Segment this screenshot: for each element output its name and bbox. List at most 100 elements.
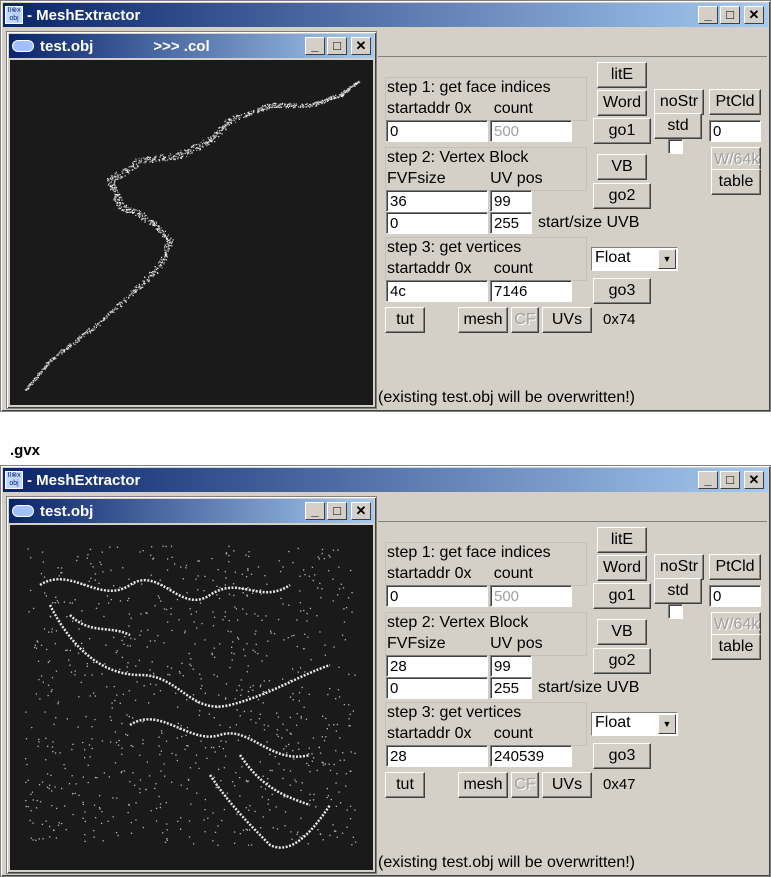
word-button[interactable]: Word (597, 90, 647, 116)
step1-startaddr-input[interactable] (386, 120, 488, 142)
mesh-point (141, 215, 143, 217)
step3-count-input[interactable] (490, 280, 572, 302)
maximize-button[interactable]: □ (720, 471, 740, 489)
cloud-point (45, 737, 47, 739)
mesh-preview-canvas[interactable] (10, 525, 373, 870)
step3-count-input[interactable] (490, 745, 572, 767)
go1-button[interactable]: go1 (593, 583, 651, 609)
child-maximize-button[interactable]: □ (327, 37, 347, 55)
format-select[interactable]: Float ▼ (591, 712, 678, 736)
cloud-point (136, 681, 138, 683)
step3-startaddr-input[interactable] (386, 745, 488, 767)
cloud-point (284, 811, 287, 813)
std-checkbox[interactable] (668, 139, 683, 154)
mesh-point (192, 144, 194, 147)
cloud-point (311, 566, 314, 568)
std-button[interactable]: std (654, 113, 702, 139)
step1-count-input[interactable] (490, 120, 572, 142)
cloud-point (354, 809, 356, 811)
window-titlebar[interactable]: II⊗x obj - MeshExtractor _ □ ✕ (3, 468, 768, 492)
cloud-point (82, 647, 85, 649)
cloud-point (190, 613, 192, 615)
step3-startaddr-input[interactable] (386, 280, 488, 302)
uvpos-input[interactable] (490, 655, 532, 677)
cloud-point (218, 745, 221, 748)
mesh-point (151, 224, 154, 227)
mesh-point (155, 224, 157, 226)
table-button[interactable]: table (711, 169, 761, 195)
table-button[interactable]: table (711, 634, 761, 660)
child-minimize-button[interactable]: _ (305, 502, 325, 520)
chevron-down-icon[interactable]: ▼ (658, 249, 676, 269)
cloud-point (217, 825, 219, 827)
ptcld-button[interactable]: PtCld (709, 89, 761, 115)
go2-button[interactable]: go2 (593, 183, 651, 209)
go1-button[interactable]: go1 (593, 118, 651, 144)
minimize-button[interactable]: _ (698, 6, 718, 24)
std-checkbox[interactable] (668, 604, 683, 619)
go3-button[interactable]: go3 (593, 278, 651, 304)
nostr-button[interactable]: noStr (654, 554, 704, 580)
uvs-button[interactable]: UVs (542, 307, 592, 333)
mesh-button[interactable]: mesh (458, 772, 508, 798)
cloud-point (300, 610, 302, 612)
word-button[interactable]: Word (597, 555, 647, 581)
child-maximize-button[interactable]: □ (327, 502, 347, 520)
fvfsize-input[interactable] (386, 655, 488, 677)
cf-button[interactable]: CF (511, 772, 539, 798)
cloud-point (250, 719, 252, 721)
close-button[interactable]: ✕ (744, 471, 764, 489)
chevron-down-icon[interactable]: ▼ (658, 714, 676, 734)
mesh-point (114, 308, 116, 310)
std-button[interactable]: std (654, 578, 702, 604)
nostr-button[interactable]: noStr (654, 89, 704, 115)
mesh-point (154, 266, 156, 268)
cloud-point (348, 704, 350, 706)
mesh-point (88, 331, 90, 333)
tut-button[interactable]: tut (385, 307, 425, 333)
lite-button[interactable]: litE (597, 62, 647, 88)
uvb-size-input[interactable] (490, 212, 532, 234)
uvb-start-input[interactable] (386, 212, 488, 234)
go3-button[interactable]: go3 (593, 743, 651, 769)
step1-count-input[interactable] (490, 585, 572, 607)
mesh-point (165, 259, 168, 261)
child-minimize-button[interactable]: _ (305, 37, 325, 55)
cloud-point (89, 548, 92, 551)
uvb-start-input[interactable] (386, 677, 488, 699)
cloud-point (71, 775, 73, 777)
mesh-point (215, 135, 217, 137)
mesh-preview-canvas[interactable] (10, 60, 373, 405)
mesh-point (155, 221, 157, 223)
cloud-point (53, 829, 55, 832)
format-select[interactable]: Float ▼ (591, 247, 678, 271)
ptcld-input[interactable] (709, 585, 761, 607)
vb-button[interactable]: VB (597, 619, 647, 645)
mesh-point (160, 154, 162, 157)
window-titlebar[interactable]: II⊗x obj - MeshExtractor _ □ ✕ (3, 3, 768, 27)
cf-button[interactable]: CF (511, 307, 539, 333)
mesh-button[interactable]: mesh (458, 307, 508, 333)
ptcld-button[interactable]: PtCld (709, 554, 761, 580)
child-close-button[interactable]: ✕ (351, 502, 371, 520)
child-titlebar[interactable]: test.obj _ □ ✕ (9, 499, 374, 523)
maximize-button[interactable]: □ (720, 6, 740, 24)
child-close-button[interactable]: ✕ (351, 37, 371, 55)
vb-button[interactable]: VB (597, 154, 647, 180)
cloud-point (245, 828, 247, 830)
lite-button[interactable]: litE (597, 527, 647, 553)
tut-button[interactable]: tut (385, 772, 425, 798)
step1-startaddr-input[interactable] (386, 585, 488, 607)
minimize-button[interactable]: _ (698, 471, 718, 489)
child-titlebar[interactable]: test.obj >>> .col _ □ ✕ (9, 34, 374, 58)
uvpos-input[interactable] (490, 190, 532, 212)
uvb-size-input[interactable] (490, 677, 532, 699)
mesh-point (126, 169, 128, 171)
cloud-point (36, 640, 38, 642)
cloud-point (32, 822, 34, 824)
fvfsize-input[interactable] (386, 190, 488, 212)
go2-button[interactable]: go2 (593, 648, 651, 674)
uvs-button[interactable]: UVs (542, 772, 592, 798)
close-button[interactable]: ✕ (744, 6, 764, 24)
ptcld-input[interactable] (709, 120, 761, 142)
